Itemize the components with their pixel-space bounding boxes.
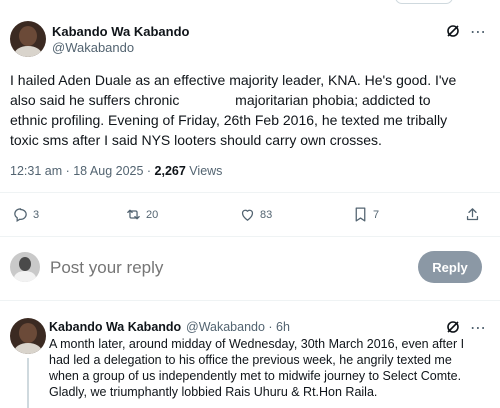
repost-icon bbox=[127, 209, 140, 220]
tweet-line: toxic sms after I said NYS looters shoul… bbox=[10, 132, 382, 148]
more-icon[interactable]: ⋯ bbox=[470, 22, 487, 42]
reply-line: A month later, around midday of Wednesda… bbox=[49, 337, 465, 351]
grok-icon[interactable] bbox=[446, 320, 460, 334]
tweet-timestamp[interactable]: 12:31 am · 18 Aug 2025 · bbox=[10, 164, 155, 178]
tweet-text: I hailed Aden Duale as an effective majo… bbox=[10, 70, 490, 150]
repost-action[interactable]: 20 bbox=[125, 206, 158, 223]
share-action[interactable] bbox=[464, 206, 485, 223]
top-button-edge bbox=[395, 0, 453, 4]
author-name[interactable]: Kabando Wa Kabando bbox=[52, 24, 189, 39]
reply-input[interactable] bbox=[50, 255, 400, 281]
bookmark-action[interactable]: 7 bbox=[352, 206, 379, 223]
redacted-region bbox=[183, 94, 232, 109]
reply-line: had led a delegation to his office the p… bbox=[49, 353, 452, 367]
grok-icon[interactable] bbox=[446, 24, 460, 38]
tweet-line: I hailed Aden Duale as an effective majo… bbox=[10, 72, 457, 88]
tweet-line: ethnic profiling. Evening of Friday, 26t… bbox=[10, 112, 448, 128]
reply-icon bbox=[14, 208, 27, 223]
like-action[interactable]: 83 bbox=[239, 206, 272, 223]
bookmark-icon bbox=[355, 207, 366, 222]
reply-author-avatar[interactable] bbox=[10, 318, 46, 354]
divider bbox=[0, 300, 500, 301]
more-icon[interactable]: ⋯ bbox=[470, 318, 486, 338]
divider bbox=[0, 192, 500, 193]
reply-author-name[interactable]: Kabando Wa Kabando bbox=[49, 320, 181, 334]
tweet-meta: 12:31 am · 18 Aug 2025 · 2,267 Views bbox=[10, 164, 222, 178]
divider bbox=[0, 236, 500, 237]
share-icon bbox=[466, 208, 479, 221]
like-icon bbox=[241, 209, 254, 221]
reply-author-handle[interactable]: @Wakabando · 6h bbox=[186, 320, 290, 334]
views-label: Views bbox=[185, 164, 223, 178]
reply-line: when a group of us independently met to … bbox=[49, 369, 462, 383]
thread-line bbox=[27, 358, 29, 408]
reply-line: Gladly, we triumphantly lobbied Rais Uhu… bbox=[49, 385, 378, 399]
author-handle[interactable]: @Wakabando bbox=[52, 40, 134, 55]
reply-text: A month later, around midday of Wednesda… bbox=[49, 336, 489, 400]
reply-action[interactable]: 3 bbox=[12, 206, 39, 223]
user-avatar bbox=[10, 252, 40, 282]
author-avatar[interactable] bbox=[10, 21, 46, 57]
tweet-line: also said he suffers chronic majoritaria… bbox=[10, 92, 431, 109]
reply-button[interactable]: Reply bbox=[418, 251, 482, 283]
views-count: 2,267 bbox=[154, 164, 186, 178]
